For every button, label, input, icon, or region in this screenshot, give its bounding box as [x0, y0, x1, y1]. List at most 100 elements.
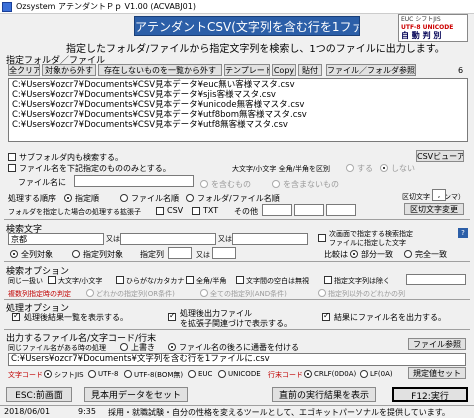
remove-from-target-button[interactable]: 対象から外す — [42, 64, 96, 76]
delimiter-input[interactable]: , — [432, 189, 446, 201]
subfolder-checkbox[interactable] — [8, 153, 16, 161]
exclude-string-checkbox[interactable] — [324, 276, 332, 284]
append-number-label: ファイル名の後ろに通番を付ける — [179, 343, 299, 352]
hiragana-katakana-checkbox[interactable] — [116, 276, 124, 284]
contains-radio[interactable] — [200, 180, 208, 188]
path-item[interactable]: C:¥Users¥ozcr7¥Documents¥CSV見本データ¥utf8bo… — [12, 110, 464, 120]
encoding-euc-radio[interactable] — [188, 370, 196, 378]
logo-line-1: EUC シフトJIS — [401, 16, 441, 23]
encoding-logo: EUC シフトJIS UTF-8 UNICODE 自 動 判 別 — [398, 14, 468, 42]
order-specified-label: 指定順 — [75, 194, 99, 203]
ext-other-input-1[interactable] — [262, 204, 292, 216]
case-sensitive-label: する — [357, 164, 373, 173]
ext-other-input-3[interactable] — [326, 204, 356, 216]
encoding-unicode-radio[interactable] — [218, 370, 226, 378]
other-column-radio[interactable] — [318, 289, 326, 297]
append-number-radio[interactable] — [168, 343, 176, 351]
template-button[interactable]: テンプレート — [224, 64, 270, 76]
paste-button[interactable]: 貼付 — [298, 64, 322, 76]
browse-file-folder-button[interactable]: ファイル／フォルダ参照 — [326, 64, 416, 76]
not-contains-radio[interactable] — [272, 180, 280, 188]
output-path-input[interactable]: C:¥Users¥ozcr7¥Documents¥文字列を含む行を1ファイルに.… — [8, 353, 466, 366]
title-bar: Ozsystem アテンダントＰｐ V1.00 (ACVABJ01) — [0, 0, 474, 14]
ext-txt-label: TXT — [203, 206, 219, 215]
ext-csv-checkbox[interactable] — [156, 207, 164, 215]
change-delimiter-button[interactable]: 区切文字変更 — [404, 203, 464, 215]
ext-txt-checkbox[interactable] — [192, 207, 200, 215]
encoding-unicode-label: UNICODE — [228, 370, 261, 378]
filename-label: ファイル名に — [18, 178, 66, 187]
status-bar: 2018/06/01 9:35 採用・就職試験・自分の性格を変えるツールとして、… — [0, 405, 474, 418]
and-condition-radio[interactable] — [200, 289, 208, 297]
open-output-checkbox[interactable] — [168, 311, 176, 321]
order-specified-radio[interactable] — [64, 194, 72, 202]
show-last-result-button[interactable]: 直前の実行結果を表示 — [272, 387, 376, 402]
path-item[interactable]: C:¥Users¥ozcr7¥Documents¥CSV見本データ¥utf8無客… — [12, 120, 464, 130]
file-browse-button[interactable]: ファイル参照 — [408, 338, 466, 350]
app-banner: アテンダントCSV(文字列を含む行を1ファイルに) — [134, 16, 360, 36]
case-sensitive-radio[interactable] — [346, 164, 354, 172]
encoding-utf8-nobom-label: UTF-8(BOM無) — [134, 371, 184, 379]
csv-viewer-button[interactable]: CSVビューア — [416, 150, 464, 162]
column-input[interactable] — [168, 247, 192, 259]
status-time: 9:35 — [78, 407, 96, 416]
encoding-utf8-radio[interactable] — [88, 370, 96, 378]
file-count: 6 — [458, 66, 464, 75]
overwrite-label: 上書き — [131, 343, 155, 352]
description-text: 指定したフォルダ/ファイルから指定文字列を検索し、1つのファイルに出力します。 — [66, 44, 445, 55]
esc-back-button[interactable]: ESC:前画面 — [6, 387, 72, 402]
path-item[interactable]: C:¥Users¥ozcr7¥Documents¥CSV見本データ¥unicod… — [12, 100, 464, 110]
clear-all-button[interactable]: 全クリア — [8, 64, 40, 76]
ignore-case-checkbox[interactable] — [48, 276, 56, 284]
filename-filter-checkbox[interactable] — [8, 164, 16, 172]
next-screen-checkbox[interactable] — [318, 234, 326, 242]
case-insensitive-radio[interactable] — [380, 164, 388, 172]
search-input-2[interactable] — [120, 233, 216, 245]
show-results-checkbox[interactable] — [12, 311, 20, 321]
set-sample-data-button[interactable]: 見本用データをセット — [84, 387, 188, 402]
encoding-sjis-radio[interactable] — [44, 370, 52, 378]
path-item[interactable]: C:¥Users¥ozcr7¥Documents¥CSV見本データ¥sjis客様… — [12, 90, 464, 100]
output-filename-checkbox[interactable] — [322, 311, 330, 321]
status-message: 採用・就職試験・自分の性格を変えるツールとして、エゴキットパーソナルを提供してい… — [108, 408, 450, 417]
encoding-utf8-label: UTF-8 — [98, 370, 119, 378]
fullwidth-halfwidth-checkbox[interactable] — [186, 276, 194, 284]
case-insensitive-label: しない — [391, 164, 415, 173]
search-input-3[interactable] — [232, 233, 308, 245]
divider — [4, 329, 470, 330]
order-filename-radio[interactable] — [120, 194, 128, 202]
filename-input[interactable] — [74, 175, 194, 187]
remove-missing-button[interactable]: 存在しないものを一覧から外す — [98, 64, 222, 76]
or-condition-radio[interactable] — [86, 289, 94, 297]
status-date: 2018/06/01 — [4, 407, 51, 416]
all-columns-radio[interactable] — [10, 250, 18, 258]
exact-match-label: 完全一致 — [415, 250, 447, 259]
show-results-label: 処理後結果一覧を表示する。 — [24, 313, 128, 322]
column-input-2[interactable] — [212, 247, 236, 259]
copy-button[interactable]: Copy — [272, 64, 296, 76]
eol-crlf-radio[interactable] — [304, 370, 312, 378]
partial-match-radio[interactable] — [350, 250, 358, 258]
eol-lf-radio[interactable] — [360, 370, 368, 378]
ignore-case-label: 大文字/小文字 — [58, 277, 103, 285]
and-condition-label: 全ての指定列(AND条件) — [210, 290, 287, 298]
order-filename-label: ファイル名順 — [131, 194, 179, 203]
order-folder-filename-radio[interactable] — [186, 194, 194, 202]
ignore-spaces-label: 文字間の空白は無視 — [246, 277, 309, 285]
ext-other-input-2[interactable] — [294, 204, 324, 216]
overwrite-radio[interactable] — [120, 343, 128, 351]
ext-other-label: その他 — [234, 207, 258, 216]
encoding-euc-label: EUC — [198, 370, 213, 378]
specified-columns-label: 指定列対象 — [83, 250, 123, 259]
encoding-utf8-nobom-radio[interactable] — [124, 370, 132, 378]
exact-match-radio[interactable] — [404, 250, 412, 258]
f12-execute-button[interactable]: F12:実行 — [392, 387, 468, 402]
help-icon[interactable]: ? — [458, 228, 468, 238]
search-input-1[interactable]: 京都 — [8, 233, 104, 245]
default-values-button[interactable]: 規定値セット — [408, 367, 466, 379]
exclude-string-input[interactable] — [406, 274, 466, 285]
path-list[interactable]: C:¥Users¥ozcr7¥Documents¥CSV見本データ¥euc無い客… — [8, 78, 468, 142]
path-item[interactable]: C:¥Users¥ozcr7¥Documents¥CSV見本データ¥euc無い客… — [12, 80, 464, 90]
specified-columns-radio[interactable] — [72, 250, 80, 258]
ignore-spaces-checkbox[interactable] — [236, 276, 244, 284]
